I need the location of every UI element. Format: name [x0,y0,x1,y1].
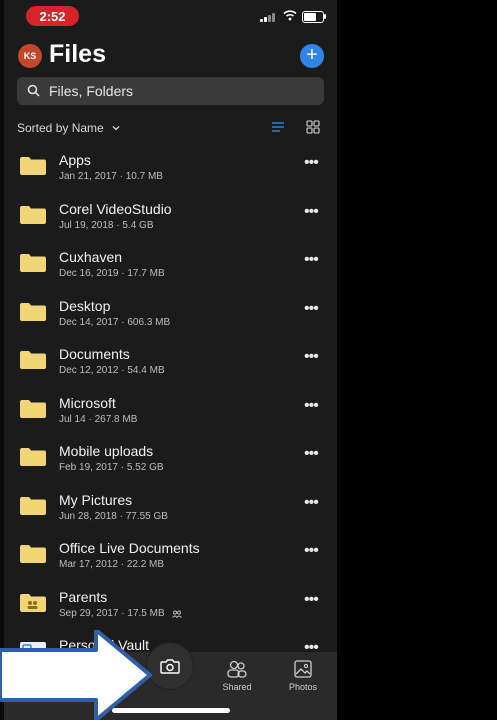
chevron-down-icon[interactable] [112,124,120,132]
item-name: Documents [59,346,130,362]
tab-photos[interactable]: Photos [283,660,323,692]
list-item[interactable]: Documents Dec 12, 2012 · 54.4 MB ••• [4,334,337,383]
more-icon[interactable]: ••• [304,251,319,269]
more-icon[interactable]: ••• [304,542,319,560]
more-icon[interactable]: ••• [304,494,319,512]
item-name: Corel VideoStudio [59,200,172,217]
item-meta: Sep 29, 2017 · 17.5 MB [59,607,165,619]
item-meta: Jul 19, 2018 · 5.4 GB [59,219,154,231]
shared-icon [172,610,182,618]
list-item[interactable]: Mobile uploads Feb 19, 2017 · 5.52 GB ••… [4,431,337,480]
item-meta: Dec 14, 2017 · 606.3 MB [59,316,171,328]
more-icon[interactable]: ••• [304,348,319,366]
item-name: Office Live Documents [59,540,200,556]
more-icon[interactable]: ••• [304,591,319,609]
camera-icon [160,659,180,674]
list-item[interactable]: Microsoft Jul 14 · 267.8 MB ••• [4,383,337,432]
list-item[interactable]: Parents Sep 29, 2017 · 17.5 MB ••• [4,577,337,626]
folder-icon [20,496,46,515]
item-name: Cuxhaven [59,249,123,265]
background-area [337,0,497,720]
avatar[interactable]: KS [18,44,42,68]
more-icon[interactable]: ••• [304,300,319,318]
add-button[interactable]: + [300,44,324,68]
more-icon[interactable]: ••• [304,445,319,463]
folder-icon [20,157,46,175]
item-meta: Jul 14 · 267.8 MB [59,413,138,425]
list-item[interactable]: My Pictures Jun 28, 2018 · 77.55 GB ••• [4,480,337,529]
item-meta: Feb 19, 2017 · 5.52 GB [59,462,164,473]
item-meta: Dec 16, 2019 · 17.7 MB [59,268,165,279]
more-icon[interactable]: ••• [304,397,319,415]
list-view-icon[interactable] [271,121,285,133]
more-icon[interactable]: ••• [304,203,319,221]
search-icon [27,84,40,97]
more-icon[interactable]: ••• [304,154,319,172]
grid-view-icon[interactable] [306,120,320,134]
list-item[interactable]: Desktop Dec 14, 2017 · 606.3 MB ••• [4,286,337,335]
phone-screen: 2:52 KS Files + Files, Folders Sorted by… [4,0,337,720]
battery-icon [302,11,324,23]
item-meta: Jun 28, 2018 · 77.55 GB [59,510,168,522]
battery-tip [324,14,326,19]
page-title: Files [49,40,106,68]
arrow-pointer-icon [0,630,152,720]
folder-icon [20,302,46,321]
cellular-signal-icon [260,12,276,22]
item-name: Desktop [59,297,111,314]
item-meta: Dec 12, 2012 · 54.4 MB [59,365,165,376]
list-item[interactable]: Office Live Documents Mar 17, 2012 · 22.… [4,528,337,577]
item-name: Parents [59,588,108,605]
sort-dropdown[interactable]: Sorted by Name [17,121,104,135]
item-name: My Pictures [59,491,133,508]
item-meta: Jan 21, 2017 · 10.7 MB [59,171,163,182]
tab-photos-label: Photos [288,682,318,692]
search-placeholder: Files, Folders [49,83,134,99]
tab-shared-label: Shared [222,682,252,692]
search-input[interactable]: Files, Folders [17,77,324,105]
folder-icon [20,205,46,224]
item-name: Mobile uploads [59,443,154,459]
item-name: Microsoft [59,394,116,411]
folder-icon [20,545,46,563]
list-item[interactable]: Cuxhaven Dec 16, 2019 · 17.7 MB ••• [4,237,337,286]
photo-icon [294,660,312,678]
list-item[interactable]: Apps Jan 21, 2017 · 10.7 MB ••• [4,140,337,189]
people-icon [227,660,247,678]
list-item[interactable]: Corel VideoStudio Jul 19, 2018 · 5.4 GB … [4,189,337,238]
folder-icon [20,448,46,466]
item-meta: Mar 17, 2012 · 22.2 MB [59,559,165,570]
status-bar: 2:52 [4,0,337,34]
item-name: Apps [59,152,91,168]
folder-icon [20,399,46,418]
folder-icon [20,254,46,272]
status-time: 2:52 [26,6,79,26]
tab-shared[interactable]: Shared [217,660,257,692]
wifi-icon [283,10,297,21]
shared-folder-icon [20,593,46,612]
folder-icon [20,351,46,369]
